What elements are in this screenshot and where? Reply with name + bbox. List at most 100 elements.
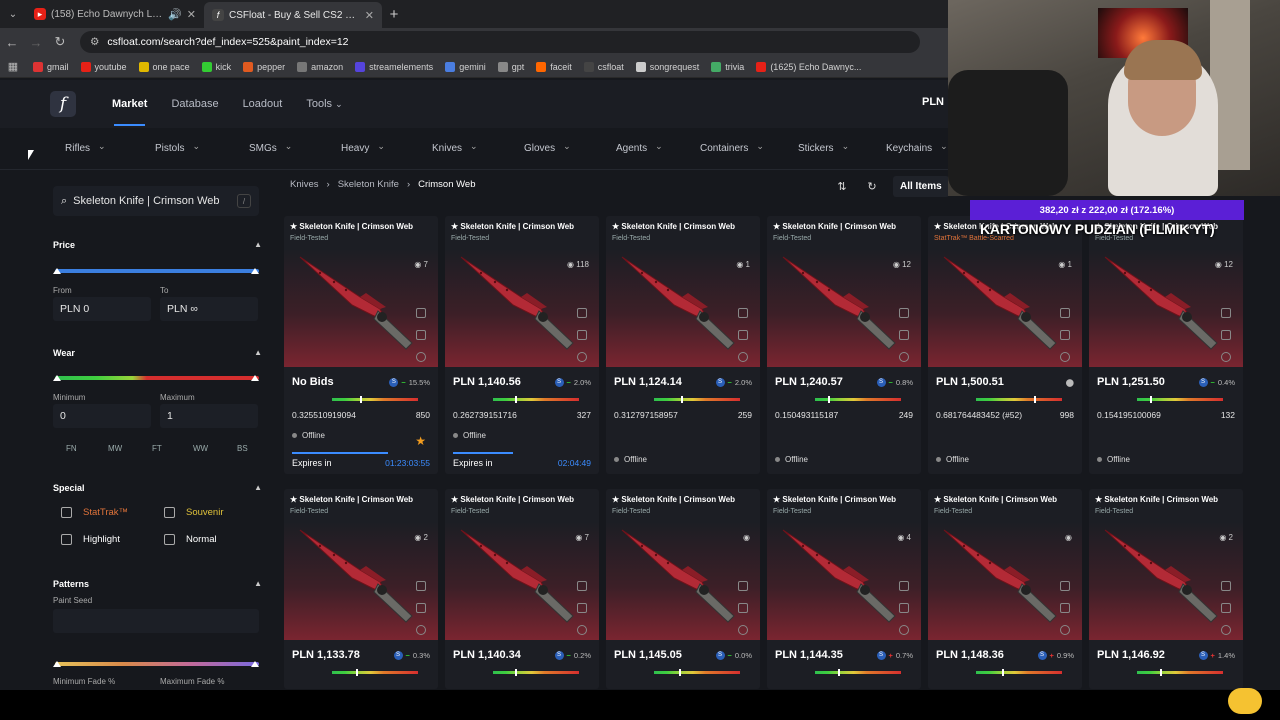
inspect-icon[interactable] [899, 330, 909, 340]
listing-card[interactable]: ★ Skeleton Knife | Crimson Web StatTrak™ … [928, 216, 1082, 474]
close-icon[interactable]: ✕ [365, 9, 374, 22]
zoom-icon[interactable] [1221, 625, 1231, 635]
listing-card[interactable]: ★ Skeleton Knife | Crimson Web Field-Test… [1089, 489, 1243, 689]
screenshot-icon[interactable] [416, 308, 426, 318]
forward-icon[interactable]: → [24, 35, 48, 50]
screenshot-icon[interactable] [577, 308, 587, 318]
apps-grid-icon[interactable]: ▦ [0, 60, 26, 73]
category-heavy[interactable]: Heavy [341, 143, 385, 154]
wear-section-title[interactable]: Wear [53, 348, 75, 358]
zoom-icon[interactable] [738, 625, 748, 635]
listing-card[interactable]: ★ Skeleton Knife | Crimson Web Field-Test… [767, 216, 921, 474]
nav-database[interactable]: Database [159, 80, 230, 128]
chevron-up-icon[interactable]: ▲ [254, 483, 262, 492]
wear-grade-bs[interactable]: BS [237, 444, 248, 453]
bookmark-item[interactable]: streamelements [350, 61, 438, 72]
zoom-icon[interactable] [577, 625, 587, 635]
screenshot-icon[interactable] [899, 581, 909, 591]
screenshot-icon[interactable] [577, 581, 587, 591]
price-section-title[interactable]: Price [53, 240, 75, 250]
zoom-icon[interactable] [416, 352, 426, 362]
fade-max-handle[interactable] [251, 661, 259, 667]
listing-card[interactable]: ★ Skeleton Knife | Crimson Web Field-Test… [1089, 216, 1243, 474]
screenshot-icon[interactable] [899, 308, 909, 318]
all-items-button[interactable]: All Items [893, 176, 949, 197]
nav-loadout[interactable]: Loadout [231, 80, 295, 128]
screenshot-icon[interactable] [1060, 581, 1070, 591]
bookmark-item[interactable]: gmail [28, 61, 74, 72]
listing-card[interactable]: ★ Skeleton Knife | Crimson Web Field-Test… [606, 489, 760, 689]
zoom-icon[interactable] [1060, 352, 1070, 362]
inspect-icon[interactable] [1221, 330, 1231, 340]
souvenir-checkbox[interactable] [164, 507, 175, 518]
screenshot-icon[interactable] [416, 581, 426, 591]
bookmark-item[interactable]: gemini [440, 61, 491, 72]
wear-min-handle[interactable] [53, 375, 61, 381]
listing-card[interactable]: ★ Skeleton Knife | Crimson Web Field-Test… [445, 216, 599, 474]
screenshot-icon[interactable] [1221, 308, 1231, 318]
screenshot-icon[interactable] [738, 581, 748, 591]
inspect-icon[interactable] [416, 603, 426, 613]
bookmark-item[interactable]: amazon [292, 61, 348, 72]
listing-card[interactable]: ★ Skeleton Knife | Crimson Web Field-Test… [928, 489, 1082, 689]
inspect-icon[interactable] [899, 603, 909, 613]
tab-search-icon[interactable]: ⌄ [0, 0, 26, 28]
inspect-icon[interactable] [738, 603, 748, 613]
price-max-handle[interactable] [251, 268, 259, 274]
breadcrumb-skeleton-knife[interactable]: Skeleton Knife [338, 179, 399, 190]
bookmark-item[interactable]: pepper [238, 61, 290, 72]
nav-tools[interactable]: Tools ⌄ [294, 80, 354, 128]
tab-youtube[interactable]: ▸ (158) Echo Dawnych Lat - Y 🔊 ✕ [26, 0, 204, 28]
listing-card[interactable]: ★ Skeleton Knife | Crimson Web Field-Test… [445, 489, 599, 689]
breadcrumb-knives[interactable]: Knives [290, 179, 319, 190]
bookmark-item[interactable]: youtube [76, 61, 132, 72]
wear-min-input[interactable]: 0 [53, 404, 151, 428]
reload-icon[interactable]: ↻ [48, 34, 72, 50]
category-containers[interactable]: Containers [700, 143, 764, 154]
bookmark-item[interactable]: songrequest [631, 61, 705, 72]
zoom-icon[interactable] [1060, 625, 1070, 635]
bookmark-item[interactable]: trivia [706, 61, 749, 72]
wear-grade-mw[interactable]: MW [108, 444, 122, 453]
wear-grade-ww[interactable]: WW [193, 444, 208, 453]
search-input[interactable]: ⌕ Skeleton Knife | Crimson Web / [53, 186, 259, 216]
inspect-icon[interactable] [1060, 330, 1070, 340]
bookmark-item[interactable]: faceit [531, 61, 577, 72]
normal-checkbox[interactable] [164, 534, 175, 545]
site-info-icon[interactable]: ⚙ [90, 36, 99, 48]
fade-min-handle[interactable] [53, 661, 61, 667]
category-pistols[interactable]: Pistols [155, 143, 200, 154]
listing-card[interactable]: ★ Skeleton Knife | Crimson Web Field-Test… [767, 489, 921, 689]
special-section-title[interactable]: Special [53, 483, 85, 493]
csfloat-logo[interactable]: f [50, 91, 76, 117]
stattrak-checkbox[interactable] [61, 507, 72, 518]
wear-max-handle[interactable] [251, 375, 259, 381]
inspect-icon[interactable] [1221, 603, 1231, 613]
zoom-icon[interactable] [899, 352, 909, 362]
price-from-input[interactable]: PLN 0 [53, 297, 151, 321]
fade-slider[interactable] [55, 662, 259, 666]
category-agents[interactable]: Agents [616, 143, 663, 154]
zoom-icon[interactable] [577, 352, 587, 362]
bookmark-item[interactable]: (1625) Echo Dawnyc... [751, 61, 866, 72]
new-tab-icon[interactable]: + [382, 6, 406, 23]
inspect-icon[interactable] [416, 330, 426, 340]
wear-slider[interactable] [55, 376, 259, 380]
bookmark-item[interactable]: kick [197, 61, 237, 72]
category-knives[interactable]: Knives [432, 143, 478, 154]
price-to-input[interactable]: PLN ∞ [160, 297, 258, 321]
chevron-up-icon[interactable]: ▲ [254, 240, 262, 249]
wear-grade-ft[interactable]: FT [152, 444, 162, 453]
wear-grade-fn[interactable]: FN [66, 444, 77, 453]
listing-card[interactable]: ★ Skeleton Knife | Crimson Web Field-Test… [284, 216, 438, 474]
bookmark-item[interactable]: one pace [134, 61, 195, 72]
inspect-icon[interactable] [577, 603, 587, 613]
back-icon[interactable]: ← [0, 35, 24, 50]
item-image[interactable] [606, 522, 760, 640]
nav-market[interactable]: Market [100, 80, 159, 128]
category-gloves[interactable]: Gloves [524, 143, 571, 154]
bookmark-item[interactable]: csfloat [579, 61, 629, 72]
chevron-up-icon[interactable]: ▲ [254, 579, 262, 588]
zoom-icon[interactable] [416, 625, 426, 635]
tab-csfloat[interactable]: f CSFloat - Buy & Sell CS2 Skins ✕ [204, 2, 382, 28]
